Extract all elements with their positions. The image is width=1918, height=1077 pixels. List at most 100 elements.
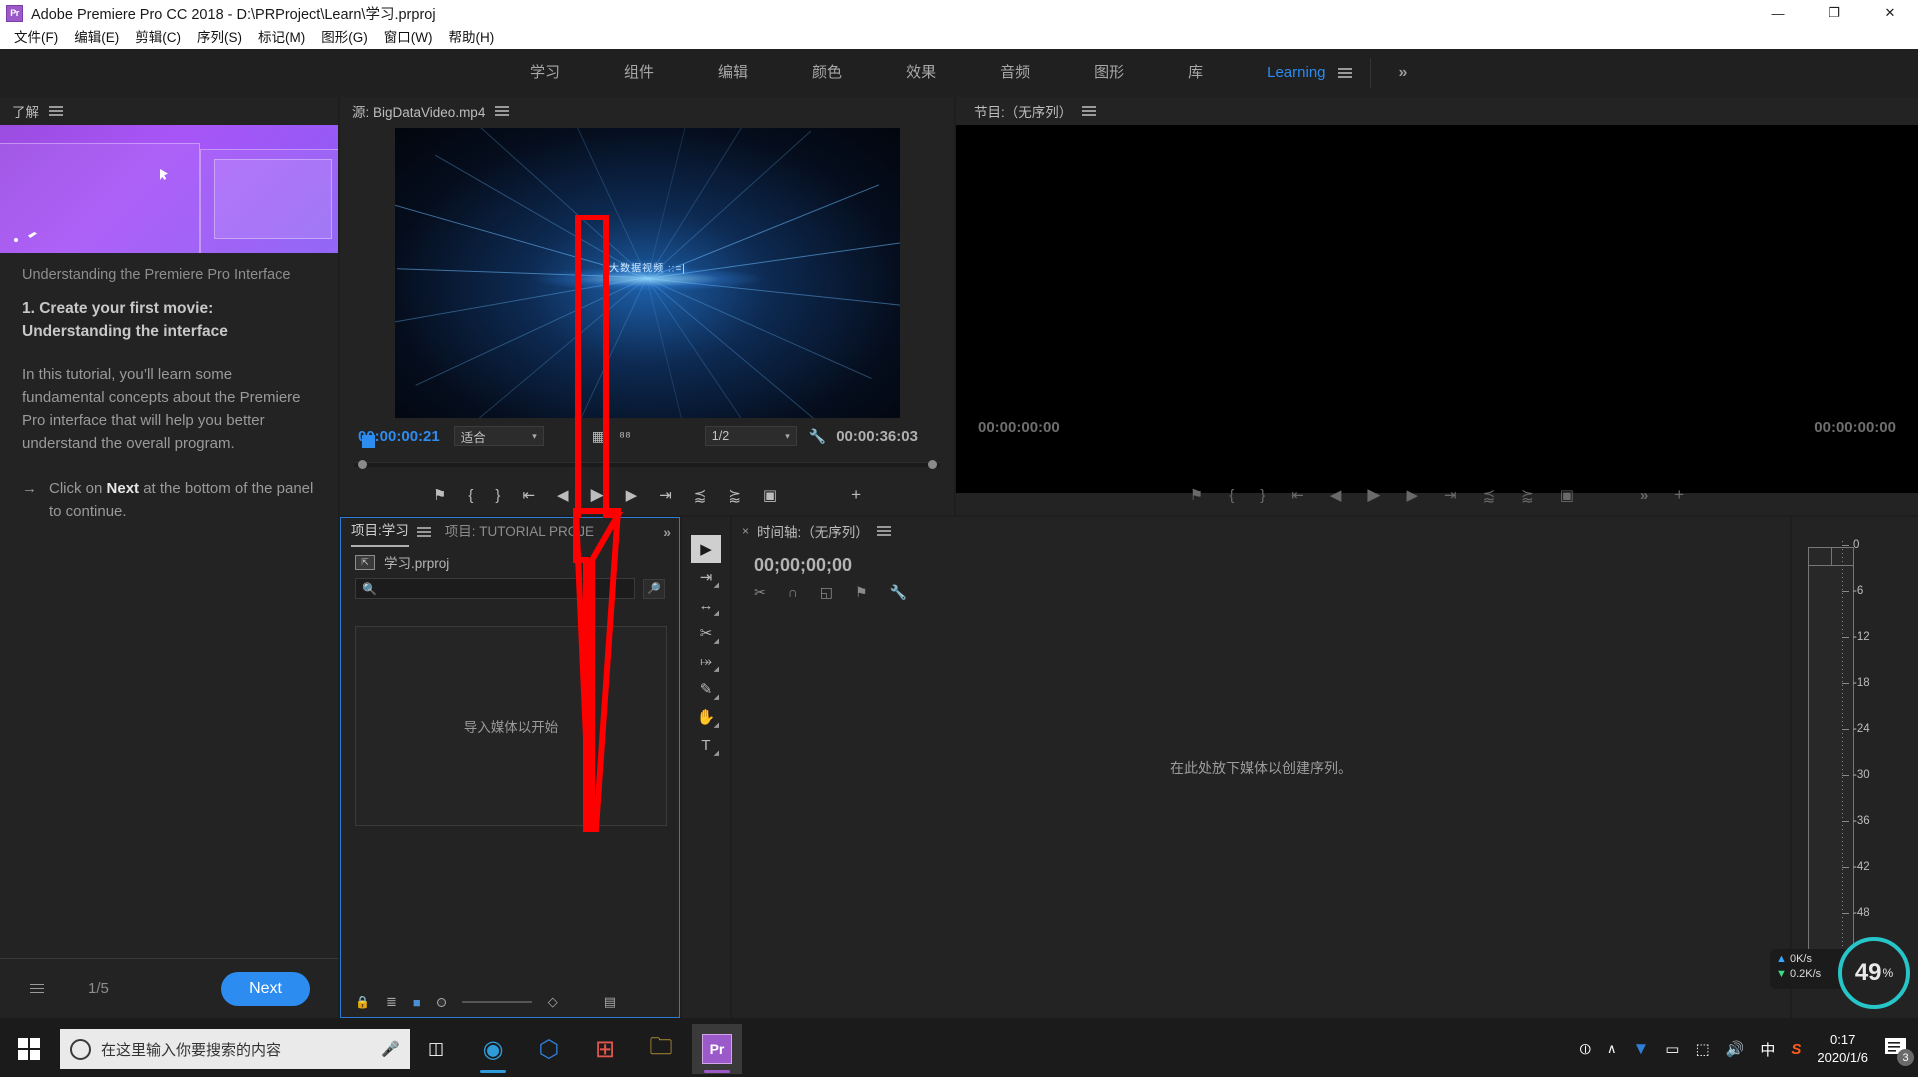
step-forward-icon[interactable]: ▶ bbox=[1406, 486, 1418, 504]
overwrite-icon[interactable]: ⪸ bbox=[728, 486, 741, 504]
ripple-edit-tool[interactable]: ↔ ◢ bbox=[691, 591, 721, 619]
menu-sequence[interactable]: 序列(S) bbox=[189, 26, 250, 49]
step-back-icon[interactable]: ◀ bbox=[557, 486, 569, 504]
step-back-icon[interactable]: ◀ bbox=[1330, 486, 1342, 504]
scrubber-in-handle[interactable] bbox=[358, 460, 367, 469]
mark-out-icon[interactable]: } bbox=[495, 487, 500, 504]
project-bin-area[interactable]: 导入媒体以开始 bbox=[355, 626, 667, 826]
network-icon[interactable]: ⬚ bbox=[1695, 1040, 1709, 1058]
taskbar-app-office[interactable]: ⊞ bbox=[580, 1024, 630, 1074]
extract-icon[interactable]: ⪸ bbox=[1521, 486, 1534, 504]
fit-zoom-select[interactable]: 适合 ▾ bbox=[453, 426, 544, 446]
project-tab-tutorial[interactable]: 项目: TUTORIAL PROJE bbox=[445, 518, 594, 546]
taskbar-search-box[interactable]: 在这里输入你要搜索的内容 🎤 bbox=[60, 1029, 410, 1069]
lift-icon[interactable]: ⪷ bbox=[1483, 486, 1496, 504]
settings-wrench-icon[interactable]: 🔧 bbox=[809, 428, 826, 445]
list-view-icon[interactable]: ≣ bbox=[386, 994, 397, 1010]
menu-window[interactable]: 窗口(W) bbox=[376, 26, 441, 49]
source-monitor-menu-icon[interactable] bbox=[495, 104, 510, 119]
action-center-button[interactable]: 3 bbox=[1884, 1036, 1914, 1066]
marker-icon[interactable]: ⚑ bbox=[1190, 486, 1203, 504]
taskbar-app-premiere[interactable]: Pr bbox=[692, 1024, 742, 1074]
task-view-button[interactable]: ◫ bbox=[410, 1021, 462, 1077]
accelerator-ball[interactable]: 49% bbox=[1838, 937, 1910, 1009]
marker-icon[interactable]: ⚑ bbox=[433, 486, 446, 504]
source-scrubber[interactable] bbox=[340, 452, 954, 474]
hand-tool[interactable]: ✋ ◢ bbox=[691, 703, 721, 731]
scrubber-out-handle[interactable] bbox=[928, 460, 937, 469]
menu-file[interactable]: 文件(F) bbox=[6, 26, 66, 49]
taskbar-app-file-explorer[interactable]: 🗀 bbox=[636, 1024, 686, 1074]
type-tool[interactable]: T ◢ bbox=[691, 731, 721, 759]
source-video-preview[interactable]: 大数据视频 ::=| bbox=[395, 128, 900, 418]
workspace-tab-graphics[interactable]: 图形 bbox=[1062, 49, 1156, 97]
project-panel-menu-icon[interactable] bbox=[416, 525, 431, 540]
snap-icon[interactable]: ✂ bbox=[754, 584, 766, 601]
maximize-button[interactable]: ❐ bbox=[1806, 0, 1862, 26]
show-hidden-icons-chevron[interactable]: ∧ bbox=[1607, 1041, 1617, 1057]
playback-resolution-icon[interactable]: ▦ bbox=[592, 428, 605, 445]
workspace-tab-libraries[interactable]: 库 bbox=[1156, 49, 1235, 97]
workspace-tab-audio[interactable]: 音频 bbox=[968, 49, 1062, 97]
next-button[interactable]: Next bbox=[221, 971, 310, 1006]
timeline-menu-icon[interactable] bbox=[876, 524, 891, 539]
zoom-slider-knob[interactable] bbox=[436, 997, 446, 1007]
battery-icon[interactable]: ▭ bbox=[1665, 1040, 1679, 1058]
go-to-out-icon[interactable]: ⇥ bbox=[1444, 486, 1457, 504]
program-monitor-menu-icon[interactable] bbox=[1082, 104, 1097, 119]
razor-tool[interactable]: ✂ ◢ bbox=[691, 619, 721, 647]
marker-icon[interactable]: ◱ bbox=[820, 584, 833, 601]
learn-panel-menu-icon[interactable] bbox=[49, 104, 63, 119]
settings-wrench-icon-left[interactable]: ⁸⁸ bbox=[619, 428, 631, 444]
menu-graphics[interactable]: 图形(G) bbox=[313, 26, 376, 49]
sogou-input-icon[interactable]: S bbox=[1791, 1041, 1801, 1058]
pen-tool[interactable]: ✎ ◢ bbox=[691, 675, 721, 703]
menu-clip[interactable]: 剪辑(C) bbox=[127, 26, 189, 49]
program-overflow-icon[interactable]: » bbox=[1640, 487, 1648, 504]
taskbar-app-vscode[interactable]: ⬡ bbox=[524, 1024, 574, 1074]
linked-selection-icon[interactable]: ∩ bbox=[788, 584, 798, 601]
scrubber-track[interactable] bbox=[354, 462, 940, 467]
go-to-in-icon[interactable]: ⇤ bbox=[522, 486, 535, 504]
freeform-view-icon[interactable]: ◇ bbox=[548, 994, 558, 1010]
start-button[interactable] bbox=[0, 1021, 58, 1077]
new-bin-icon[interactable]: ▤ bbox=[604, 994, 616, 1010]
mark-in-icon[interactable]: { bbox=[468, 487, 473, 504]
export-frame-icon[interactable]: ▣ bbox=[1560, 486, 1574, 504]
project-tab-xuexi[interactable]: 项目:学习 bbox=[351, 517, 409, 547]
timeline-settings-icon[interactable]: 🔧 bbox=[890, 584, 907, 601]
ime-chinese-icon[interactable]: 中 bbox=[1760, 1039, 1775, 1060]
program-current-timecode[interactable]: 00:00:00:00 bbox=[978, 419, 1060, 436]
insert-icon[interactable]: ⪷ bbox=[694, 486, 707, 504]
workspace-tab-editing[interactable]: 编辑 bbox=[686, 49, 780, 97]
in-point-marker[interactable] bbox=[362, 435, 375, 448]
play-icon[interactable]: ▶ bbox=[1367, 485, 1380, 505]
icon-view-icon[interactable]: ■ bbox=[413, 995, 421, 1010]
project-search-input[interactable]: 🔍 bbox=[355, 578, 635, 599]
close-button[interactable]: ✕ bbox=[1862, 0, 1918, 26]
find-button[interactable]: 🔎 bbox=[643, 578, 665, 599]
button-editor-icon[interactable]: + bbox=[1674, 485, 1684, 505]
workspace-tab-learning-cn[interactable]: 学习 bbox=[498, 49, 592, 97]
go-to-out-icon[interactable]: ⇥ bbox=[659, 486, 672, 504]
workspace-overflow-icon[interactable]: » bbox=[1381, 64, 1426, 82]
mark-out-icon[interactable]: } bbox=[1260, 487, 1265, 504]
minimize-button[interactable]: — bbox=[1750, 0, 1806, 26]
volume-icon[interactable]: 🔊 bbox=[1726, 1040, 1745, 1058]
taskbar-app-browser[interactable]: ◉ bbox=[468, 1024, 518, 1074]
taskbar-clock[interactable]: 0:17 2020/1/6 bbox=[1817, 1031, 1868, 1067]
menu-help[interactable]: 帮助(H) bbox=[440, 26, 502, 49]
menu-marker[interactable]: 标记(M) bbox=[250, 26, 313, 49]
selection-tool[interactable]: ▶ bbox=[691, 535, 721, 563]
menu-edit[interactable]: 编辑(E) bbox=[66, 26, 127, 49]
workspace-tab-assembly[interactable]: 组件 bbox=[592, 49, 686, 97]
step-forward-icon[interactable]: ▶ bbox=[626, 486, 638, 504]
button-editor-icon[interactable]: + bbox=[851, 485, 861, 505]
playback-resolution-select[interactable]: 1/2 ▾ bbox=[704, 426, 797, 446]
learn-list-icon[interactable] bbox=[30, 981, 44, 996]
microphone-icon[interactable]: 🎤 bbox=[381, 1040, 400, 1058]
project-overflow-icon[interactable]: » bbox=[663, 524, 671, 540]
workspace-tab-color[interactable]: 颜色 bbox=[780, 49, 874, 97]
workspace-tab-effects[interactable]: 效果 bbox=[874, 49, 968, 97]
mark-in-icon[interactable]: { bbox=[1229, 487, 1234, 504]
